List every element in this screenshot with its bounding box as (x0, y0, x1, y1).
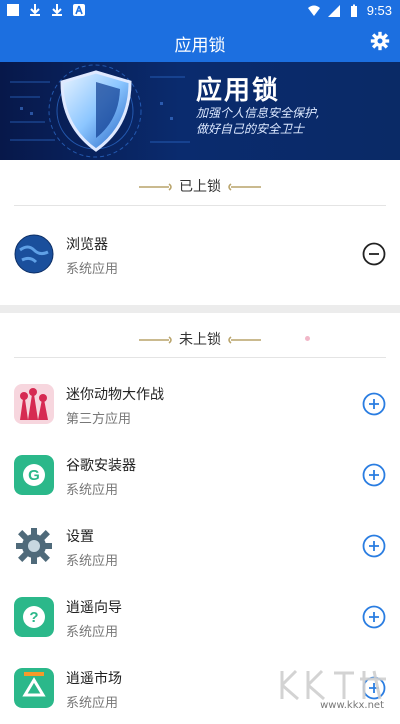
app-type: 系统应用 (66, 262, 119, 277)
ornament-left-icon (138, 336, 172, 344)
add-lock-icon[interactable] (362, 463, 386, 487)
app-type: 系统应用 (66, 625, 119, 640)
app-bar: 应用锁 (0, 22, 400, 62)
add-lock-icon[interactable] (362, 392, 386, 416)
app-name: 浏览器 (66, 237, 108, 253)
battery-icon (350, 4, 357, 17)
app-type: 系统应用 (66, 554, 119, 569)
app-lock-banner: 应用锁 加强个人信息安全保护, 做好自己的安全卫士 (0, 62, 400, 160)
status-bar: 9:53 (0, 0, 400, 22)
market-icon (14, 668, 54, 708)
section-title: 已上锁 (179, 179, 221, 195)
divider (14, 205, 386, 206)
banner-title: 应用锁 (196, 76, 281, 106)
app-name: 设置 (66, 529, 94, 545)
app-name: 逍遥市场 (66, 671, 122, 687)
download-icon (52, 4, 62, 16)
svg-text:G: G (28, 467, 40, 484)
locked-section-header: 已上锁 (0, 176, 400, 196)
list-item[interactable]: 设置 系统应用 (0, 512, 400, 582)
shield-icon (60, 70, 132, 152)
decorative-dot (305, 336, 310, 341)
app-name: 逍遥向导 (66, 600, 122, 616)
settings-gear-icon[interactable] (370, 31, 390, 51)
download-icon (30, 4, 40, 16)
add-lock-icon[interactable] (362, 605, 386, 629)
ornament-right-icon (228, 183, 262, 191)
app-type: 第三方应用 (66, 412, 132, 427)
notification-square-icon (7, 4, 19, 16)
ornament-left-icon (138, 183, 172, 191)
banner-subtitle: 加强个人信息安全保护, (196, 106, 320, 120)
divider (14, 357, 386, 358)
app-type: 系统应用 (66, 483, 119, 498)
question-icon: ? (14, 597, 54, 637)
section-separator (0, 305, 400, 313)
banner-subtitle: 做好自己的安全卫士 (196, 122, 305, 136)
app-name: 迷你动物大作战 (66, 387, 164, 403)
wifi-icon (307, 5, 320, 16)
add-lock-icon[interactable] (362, 534, 386, 558)
globe-icon (14, 234, 54, 274)
unlocked-section-header: 未上锁 (0, 329, 400, 349)
list-item[interactable]: ? 逍遥向导 系统应用 (0, 583, 400, 653)
google-installer-icon: G (14, 455, 54, 495)
svg-text:?: ? (29, 609, 38, 626)
app-name: 谷歌安装器 (66, 458, 136, 474)
section-title: 未上锁 (179, 332, 221, 348)
list-item[interactable]: G 谷歌安装器 系统应用 (0, 441, 400, 511)
app-type: 系统应用 (66, 696, 119, 711)
status-time: 9:53 (366, 3, 392, 18)
app-store-notification-icon (73, 4, 85, 16)
settings-gear-icon (16, 528, 52, 564)
ornament-right-icon (228, 336, 262, 344)
signal-icon (327, 4, 340, 17)
remove-lock-icon[interactable] (362, 242, 386, 266)
list-item[interactable]: 迷你动物大作战 第三方应用 (0, 370, 400, 440)
list-item[interactable]: 浏览器 系统应用 (0, 220, 400, 290)
game-icon (14, 384, 54, 424)
page-title: 应用锁 (174, 36, 226, 56)
watermark-url: www.kkx.net (320, 700, 384, 711)
